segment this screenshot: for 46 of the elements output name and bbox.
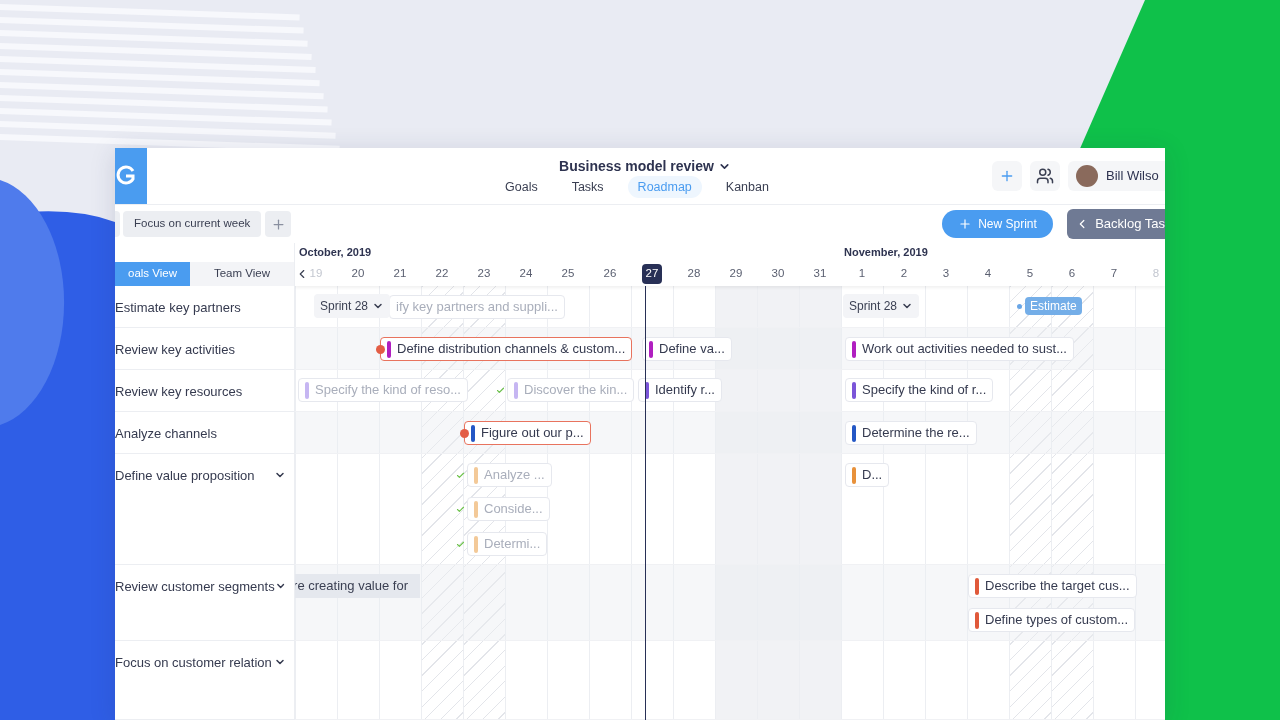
task-card[interactable]: Work out activities needed to sust... — [845, 337, 1074, 361]
day-label[interactable]: 4 — [978, 264, 998, 284]
goal-label[interactable]: Analyze channels — [115, 424, 217, 444]
task-card[interactable]: D... — [845, 463, 890, 487]
goal-label[interactable]: Define value proposition — [115, 466, 255, 486]
day-label[interactable]: 23 — [474, 264, 494, 284]
view-tab[interactable]: Team View — [190, 262, 294, 286]
goal-label[interactable]: Review customer segments — [115, 577, 275, 597]
backlog-button[interactable]: Backlog Tas — [1067, 209, 1165, 239]
sprint-dropdown[interactable]: Sprint 28 — [843, 294, 920, 318]
day-label[interactable]: 28 — [684, 264, 704, 284]
day-label[interactable]: 20 — [348, 264, 368, 284]
day-label[interactable]: 3 — [936, 264, 956, 284]
month-label: November, 2019 — [844, 245, 928, 260]
nav-tab[interactable]: Tasks — [561, 176, 614, 198]
day-label[interactable]: 29 — [726, 264, 746, 284]
day-label[interactable]: 26 — [600, 264, 620, 284]
day-label[interactable]: 30 — [768, 264, 788, 284]
filter-chip[interactable]: Focus on current week — [123, 211, 262, 237]
day-label[interactable]: 2 — [894, 264, 914, 284]
day-label[interactable]: 6 — [1062, 264, 1082, 284]
day-label[interactable]: 25 — [558, 264, 578, 284]
goal-label[interactable]: Focus on customer relation — [115, 653, 272, 673]
nav-tab[interactable]: Kanban — [715, 176, 779, 198]
task-card[interactable]: Describe the target cus... — [968, 574, 1137, 598]
day-label[interactable]: 5 — [1020, 264, 1040, 284]
task-card[interactable]: Specify the kind of r... — [845, 378, 994, 402]
day-label[interactable]: 21 — [390, 264, 410, 284]
day-label[interactable]: 24 — [516, 264, 536, 284]
task-card[interactable]: Determine the re... — [845, 421, 977, 445]
user-menu[interactable]: Bill Wilso — [1068, 161, 1165, 191]
project-title[interactable]: Business model review — [559, 156, 714, 177]
goal-label[interactable]: Review key activities — [115, 340, 235, 360]
sprint-dropdown[interactable]: Sprint 28 — [314, 294, 391, 318]
day-label[interactable]: 7 — [1104, 264, 1124, 284]
day-label[interactable]: 1 — [852, 264, 872, 284]
task-card[interactable]: Define va... — [642, 337, 732, 361]
task-card[interactable]: Define types of custom... — [968, 608, 1136, 632]
day-label[interactable]: 22 — [432, 264, 452, 284]
day-label[interactable]: 31 — [810, 264, 830, 284]
nav-tab[interactable]: Goals — [495, 176, 548, 198]
day-label[interactable]: 27 — [642, 264, 662, 284]
goal-label[interactable]: Estimate key partners — [115, 298, 241, 318]
goal-label[interactable]: Review key resources — [115, 382, 243, 402]
month-label: October, 2019 — [299, 245, 372, 260]
task-card[interactable]: Identify r... — [638, 378, 722, 402]
